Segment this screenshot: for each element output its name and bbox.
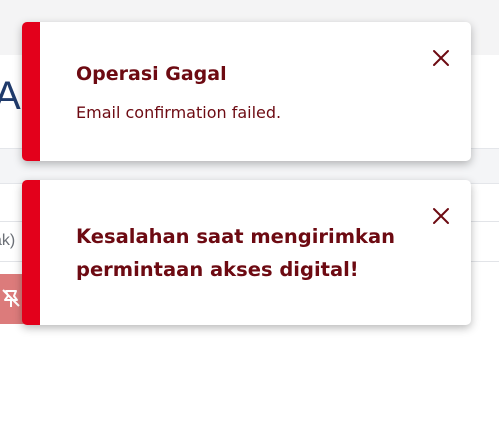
close-icon bbox=[433, 50, 449, 66]
close-icon bbox=[433, 208, 449, 224]
toast-message: Email confirmation failed. bbox=[76, 103, 282, 122]
close-button[interactable] bbox=[431, 48, 451, 68]
close-button[interactable] bbox=[431, 206, 451, 226]
error-toast: Kesalahan saat mengirimkan permintaan ak… bbox=[22, 180, 471, 325]
pin-off-icon bbox=[2, 289, 20, 307]
toast-title: Operasi Gagal bbox=[76, 63, 227, 85]
form-field-text: ak) bbox=[0, 232, 16, 249]
toast-title: Kesalahan saat mengirimkan permintaan ak… bbox=[76, 225, 396, 281]
error-toast: Operasi Gagal Email confirmation failed. bbox=[22, 22, 471, 161]
